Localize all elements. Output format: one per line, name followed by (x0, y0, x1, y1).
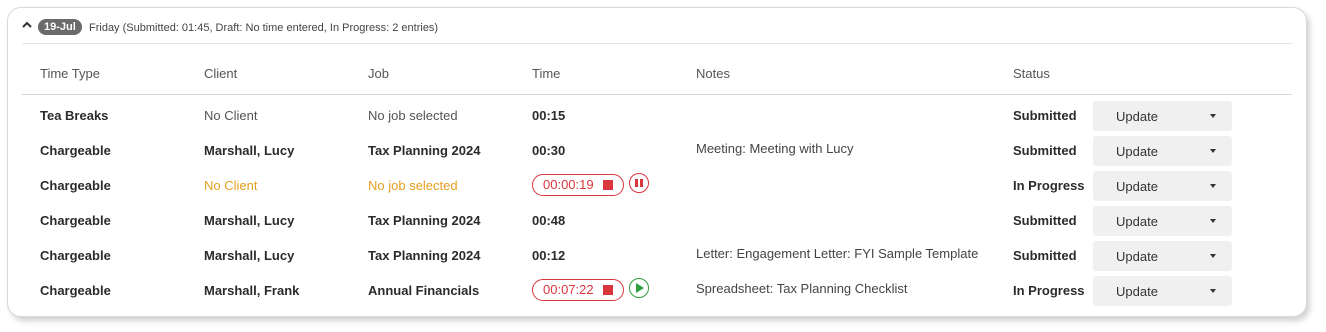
chevron-up-icon[interactable] (22, 20, 32, 30)
column-header-time-type: Time Type (40, 66, 100, 81)
caret-down-icon (1210, 289, 1216, 293)
client-cell: Marshall, Lucy (204, 213, 295, 228)
client-cell: No Client (204, 178, 258, 193)
update-button-label: Update (1116, 144, 1158, 159)
caret-down-icon (1210, 149, 1216, 153)
time-type-cell: Chargeable (40, 178, 111, 193)
column-header-status: Status (1013, 66, 1050, 81)
job-cell: Tax Planning 2024 (368, 248, 481, 263)
day-card: 19-Jul Friday (Submitted: 01:45, Draft: … (7, 7, 1307, 317)
time-cell: 00:30 (532, 143, 566, 158)
status-cell: In Progress (1013, 178, 1085, 193)
timer-value: 00:07:22 (543, 282, 594, 297)
client-cell: No Client (204, 108, 258, 123)
caret-down-icon (1210, 254, 1216, 258)
day-header[interactable]: 19-Jul Friday (Submitted: 01:45, Draft: … (8, 8, 1306, 44)
notes-cell: Letter: Engagement Letter: FYI Sample Te… (696, 246, 979, 261)
table-row: Chargeable Marshall, Frank Annual Financ… (8, 274, 1306, 309)
table-row: Tea Breaks No Client No job selected 00:… (8, 99, 1306, 134)
caret-down-icon (1210, 114, 1216, 118)
running-timer: 00:00:19 (532, 174, 624, 196)
time-cell: 00:15 (532, 108, 566, 123)
table-row: Chargeable Marshall, Lucy Tax Planning 2… (8, 134, 1306, 169)
time-cell: 00:48 (532, 213, 566, 228)
update-dropdown-button[interactable]: Update (1093, 136, 1232, 166)
client-cell: Marshall, Lucy (204, 143, 295, 158)
job-cell: No job selected (368, 108, 458, 123)
caret-down-icon (1210, 219, 1216, 223)
update-dropdown-button[interactable]: Update (1093, 101, 1232, 131)
play-icon[interactable] (629, 278, 649, 298)
time-type-cell: Chargeable (40, 248, 111, 263)
status-cell: Submitted (1013, 213, 1077, 228)
job-cell: Annual Financials (368, 283, 480, 298)
job-cell: Tax Planning 2024 (368, 213, 481, 228)
stop-icon[interactable] (603, 285, 613, 295)
time-type-cell: Chargeable (40, 213, 111, 228)
day-summary: Friday (Submitted: 01:45, Draft: No time… (89, 22, 439, 34)
table-row: Chargeable Marshall, Lucy Tax Planning 2… (8, 239, 1306, 274)
notes-cell: Spreadsheet: Tax Planning Checklist (696, 281, 908, 296)
play-triangle (636, 283, 644, 293)
update-button-label: Update (1116, 109, 1158, 124)
update-dropdown-button[interactable]: Update (1093, 276, 1232, 306)
column-header-client: Client (204, 66, 238, 81)
notes-cell: Meeting: Meeting with Lucy (696, 141, 854, 156)
update-button-label: Update (1116, 284, 1158, 299)
status-cell: Submitted (1013, 143, 1077, 158)
time-type-cell: Chargeable (40, 143, 111, 158)
date-badge: 19-Jul (38, 19, 82, 35)
time-cell: 00:12 (532, 248, 566, 263)
job-cell: No job selected (368, 178, 458, 193)
pause-bar (635, 179, 638, 187)
table-row: Chargeable No Client No job selected 00:… (8, 169, 1306, 204)
update-button-label: Update (1116, 249, 1158, 264)
table-row: Chargeable Marshall, Lucy Tax Planning 2… (8, 204, 1306, 239)
update-dropdown-button[interactable]: Update (1093, 206, 1232, 236)
column-header-notes: Notes (696, 66, 730, 81)
table-header-divider (22, 94, 1292, 95)
column-header-time: Time (532, 66, 561, 81)
pause-icon[interactable] (629, 173, 649, 193)
pause-bar (640, 179, 643, 187)
status-cell: Submitted (1013, 108, 1077, 123)
column-header-job: Job (368, 66, 389, 81)
update-dropdown-button[interactable]: Update (1093, 171, 1232, 201)
client-cell: Marshall, Lucy (204, 248, 295, 263)
caret-down-icon (1210, 184, 1216, 188)
timer-value: 00:00:19 (543, 177, 594, 192)
job-cell: Tax Planning 2024 (368, 143, 481, 158)
stop-icon[interactable] (603, 180, 613, 190)
update-button-label: Update (1116, 179, 1158, 194)
header-divider (22, 43, 1292, 44)
paused-timer: 00:07:22 (532, 279, 624, 301)
status-cell: Submitted (1013, 248, 1077, 263)
update-button-label: Update (1116, 214, 1158, 229)
client-cell: Marshall, Frank (204, 283, 300, 298)
status-cell: In Progress (1013, 283, 1085, 298)
time-type-cell: Tea Breaks (40, 108, 109, 123)
update-dropdown-button[interactable]: Update (1093, 241, 1232, 271)
time-type-cell: Chargeable (40, 283, 111, 298)
